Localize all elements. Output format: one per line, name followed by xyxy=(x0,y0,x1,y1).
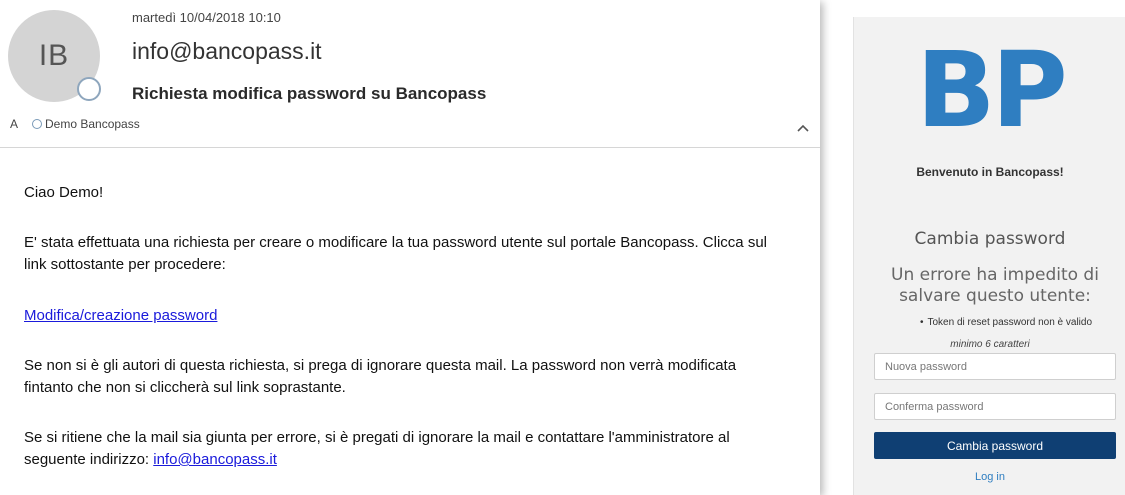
bancopass-logo: BP xyxy=(916,29,1068,151)
reset-password-link[interactable]: Modifica/creazione password xyxy=(24,307,217,324)
login-link[interactable]: Log in xyxy=(854,471,1125,483)
email-greeting: Ciao Demo! xyxy=(24,184,104,201)
presence-status-icon xyxy=(77,77,101,101)
change-password-panel: BP Benvenuto in Bancopass! Cambia passwo… xyxy=(853,17,1125,495)
error-item: Token di reset password non è valido xyxy=(886,317,1125,328)
email-intro: E' stata effettuata una richiesta per cr… xyxy=(24,234,767,273)
password-hint: minimo 6 caratteri xyxy=(950,339,1030,350)
error-list: Token di reset password non è valido xyxy=(854,317,1125,328)
contact-email-link[interactable]: info@bancopass.it xyxy=(153,451,277,468)
email-reading-pane: IB martedì 10/04/2018 10:10 info@bancopa… xyxy=(0,0,820,495)
email-ignore-note: Se non si è gli autori di questa richies… xyxy=(24,357,737,396)
avatar-initials: IB xyxy=(38,39,70,72)
confirm-password-input[interactable] xyxy=(874,393,1116,420)
new-password-input[interactable] xyxy=(874,353,1116,380)
email-error-text: Se si ritiene che la mail sia giunta per… xyxy=(24,429,730,468)
recipient-name[interactable]: Demo Bancopass xyxy=(45,117,140,131)
email-recipients: A Demo Bancopass xyxy=(10,117,140,131)
email-error-note: Se si ritiene che la mail sia giunta per… xyxy=(24,427,784,471)
to-label: A xyxy=(10,117,19,131)
email-date: martedì 10/04/2018 10:10 xyxy=(132,10,281,25)
error-title: Un errore ha impedito di salvare questo … xyxy=(891,265,1099,306)
email-subject: Richiesta modifica password su Bancopass xyxy=(132,84,487,103)
change-password-button[interactable]: Cambia password xyxy=(874,432,1116,459)
email-header: IB martedì 10/04/2018 10:10 info@bancopa… xyxy=(0,0,820,148)
welcome-text: Benvenuto in Bancopass! xyxy=(916,165,1064,179)
chevron-up-icon[interactable] xyxy=(795,120,811,136)
email-sender[interactable]: info@bancopass.it xyxy=(132,38,322,65)
email-link-paragraph: Modifica/creazione password xyxy=(24,305,217,327)
page-title: Cambia password xyxy=(914,229,1066,249)
recipient-presence-icon xyxy=(32,119,43,129)
